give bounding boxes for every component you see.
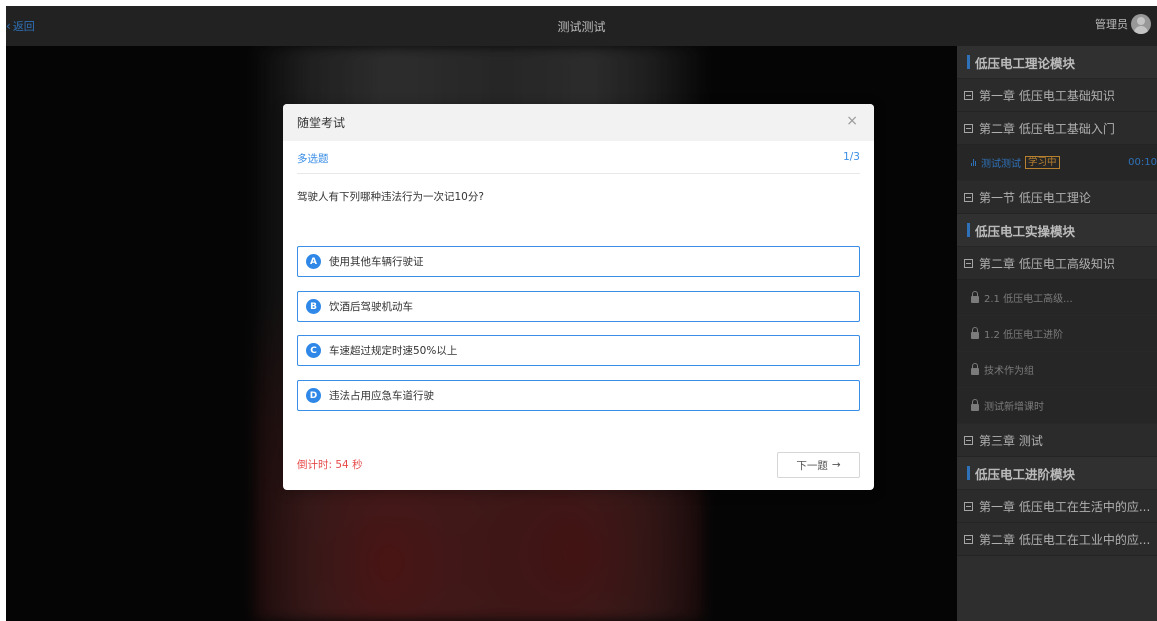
chapter-label: 第一章 低压电工基础知识: [979, 88, 1115, 103]
question-text: 驾驶人有下列哪种违法行为一次记10分?: [297, 191, 484, 203]
sidebar-module-practice: 低压电工实操模块: [957, 214, 1157, 247]
chapter-icon: [964, 534, 973, 544]
chapter-icon: [964, 435, 973, 445]
lesson-label: 测试测试: [981, 159, 1021, 170]
option-letter: A: [306, 254, 321, 269]
sidebar-lesson-active[interactable]: 测试测试 学习中 00:10: [957, 145, 1157, 181]
sidebar-module-advanced: 低压电工进阶模块: [957, 457, 1157, 490]
option-letter: B: [306, 299, 321, 314]
chapter-label: 第一章 低压电工在生活中的应...: [979, 499, 1151, 514]
close-icon[interactable]: ×: [846, 114, 858, 128]
sidebar-chapter-industry[interactable]: 第二章 低压电工在工业中的应...: [957, 523, 1157, 556]
top-bar: ‹ 返回 测试测试 管理员: [6, 6, 1157, 46]
module-label: 低压电工实操模块: [975, 223, 1076, 239]
next-question-button[interactable]: 下一题 →: [777, 452, 860, 478]
user-name: 管理员: [1095, 18, 1128, 31]
modal-header: 随堂考试 ×: [283, 104, 874, 141]
sidebar-module-theory: 低压电工理论模块: [957, 46, 1157, 79]
lock-icon: [971, 398, 979, 411]
chapter-icon: [964, 123, 973, 133]
chapter-icon: [964, 90, 973, 100]
sidebar-lesson-locked[interactable]: 2.1 低压电工高级...: [957, 280, 1157, 316]
course-sidebar: 低压电工理论模块 第一章 低压电工基础知识 第二章 低压电工基础入门 测试测试 …: [957, 46, 1157, 621]
option-b[interactable]: B 饮酒后驾驶机动车: [297, 291, 860, 322]
sidebar-chapter-basic-intro[interactable]: 第二章 低压电工基础入门: [957, 112, 1157, 145]
option-letter: C: [306, 343, 321, 358]
option-a[interactable]: A 使用其他车辆行驶证: [297, 246, 860, 277]
sidebar-lesson-locked[interactable]: 技术作为组: [957, 352, 1157, 388]
chapter-label: 第二章 低压电工高级知识: [979, 256, 1115, 271]
option-text: 使用其他车辆行驶证: [329, 256, 424, 268]
module-marker: [967, 55, 970, 69]
chapter-icon: [964, 192, 973, 202]
sidebar-section-theory[interactable]: 第一节 低压电工理论: [957, 181, 1157, 214]
lock-icon: [971, 326, 979, 339]
chapter-icon: [964, 501, 973, 511]
option-d[interactable]: D 违法占用应急车道行驶: [297, 380, 860, 411]
lock-icon: [971, 362, 979, 375]
question-progress: 1/3: [843, 151, 860, 163]
chapter-icon: [964, 258, 973, 268]
option-text: 车速超过规定时速50%以上: [329, 345, 458, 357]
sidebar-chapter-basic-knowledge[interactable]: 第一章 低压电工基础知识: [957, 79, 1157, 112]
option-text: 饮酒后驾驶机动车: [329, 301, 413, 313]
sidebar-chapter-test[interactable]: 第三章 测试: [957, 424, 1157, 457]
sidebar-chapter-daily-life[interactable]: 第一章 低压电工在生活中的应...: [957, 490, 1157, 523]
option-text: 违法占用应急车道行驶: [329, 390, 434, 402]
chapter-label: 第三章 测试: [979, 433, 1043, 448]
studying-badge: 学习中: [1025, 156, 1060, 169]
arrow-right-icon: →: [831, 459, 841, 471]
module-label: 低压电工理论模块: [975, 55, 1076, 71]
option-c[interactable]: C 车速超过规定时速50%以上: [297, 335, 860, 366]
user-menu[interactable]: 管理员: [1095, 14, 1151, 34]
lesson-label: 2.1 低压电工高级...: [984, 294, 1073, 305]
module-marker: [967, 223, 970, 237]
lesson-time: 00:10: [1128, 157, 1157, 168]
lesson-label: 测试新增课时: [984, 402, 1044, 413]
playing-bars-icon: [971, 159, 976, 166]
module-label: 低压电工进阶模块: [975, 466, 1076, 482]
lesson-label: 技术作为组: [984, 366, 1034, 377]
next-label: 下一题: [796, 459, 828, 472]
question-type: 多选题: [297, 153, 329, 165]
countdown-timer: 倒计时: 54 秒: [297, 459, 363, 471]
avatar[interactable]: [1131, 14, 1151, 34]
chapter-label: 第一节 低压电工理论: [979, 190, 1091, 205]
chapter-label: 第二章 低压电工基础入门: [979, 121, 1115, 136]
quiz-modal: 随堂考试 × 多选题 1/3 驾驶人有下列哪种违法行为一次记10分? A 使用其…: [283, 104, 874, 490]
sidebar-lesson-locked[interactable]: 测试新增课时: [957, 388, 1157, 424]
question-meta: 多选题 1/3: [297, 149, 860, 174]
lock-icon: [971, 290, 979, 303]
lesson-label: 1.2 低压电工进阶: [984, 330, 1064, 341]
sidebar-lesson-locked[interactable]: 1.2 低压电工进阶: [957, 316, 1157, 352]
page-title: 测试测试: [557, 20, 606, 34]
option-letter: D: [306, 388, 321, 403]
modal-title: 随堂考试: [297, 116, 346, 130]
sidebar-chapter-advanced-knowledge[interactable]: 第二章 低压电工高级知识: [957, 247, 1157, 280]
chapter-label: 第二章 低压电工在工业中的应...: [979, 532, 1151, 547]
module-marker: [967, 466, 970, 480]
